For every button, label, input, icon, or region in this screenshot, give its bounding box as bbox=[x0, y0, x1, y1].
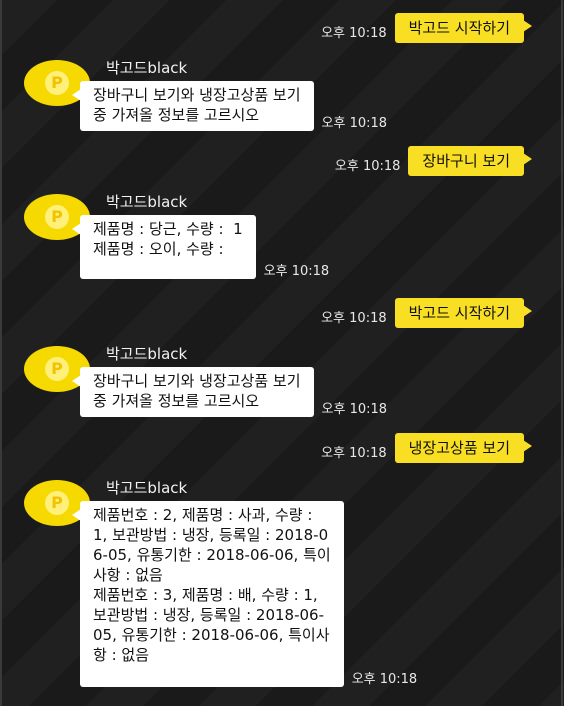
bubble-line: 1, 보관방법 : 냉장, 등록일 : 2018-0 bbox=[93, 526, 329, 544]
incoming-bubble[interactable]: 제품명 : 당근, 수량 : 1 제품명 : 오이, 수량 : bbox=[72, 215, 256, 279]
bubble-line: 제품번호 : 2, 제품명 : 사과, 수량 : bbox=[93, 506, 313, 524]
incoming-bubble[interactable]: 장바구니 보기와 냉장고상품 보기 중 가져올 정보를 고르시오 bbox=[72, 81, 314, 131]
left-frame-edge bbox=[0, 0, 2, 706]
sender-name: 박고드black bbox=[106, 345, 188, 363]
coin-p-icon: P bbox=[45, 357, 69, 381]
bubble-line: 제품명 : 오이, 수량 : bbox=[93, 240, 224, 258]
bubble-line: 사항 : 없음 bbox=[93, 566, 163, 584]
bubble-line: 장바구니 보기와 냉장고상품 보기 bbox=[93, 372, 301, 390]
sender-name: 박고드black bbox=[106, 59, 188, 77]
message-time: 오후 10:18 bbox=[321, 402, 388, 417]
sender-name: 박고드black bbox=[106, 193, 188, 211]
coin-p-icon: P bbox=[45, 71, 69, 95]
bubble-line: 중 가져올 정보를 고르시오 bbox=[93, 392, 260, 410]
outgoing-message: 오후 10:18 냉장고상품 보기 bbox=[321, 433, 533, 463]
message-time: 오후 10:18 bbox=[321, 311, 387, 326]
message-time: 오후 10:18 bbox=[321, 116, 388, 131]
outgoing-bubble[interactable]: 박고드 시작하기 bbox=[394, 298, 533, 328]
incoming-bubble[interactable]: 장바구니 보기와 냉장고상품 보기 중 가져올 정보를 고르시오 bbox=[72, 367, 314, 417]
bubble-line: 05, 유통기한 : 2018-06-06, 특이사 bbox=[93, 626, 330, 644]
coin-p-icon: P bbox=[45, 491, 69, 515]
bubble-line: 제품명 : 당근, 수량 : 1 bbox=[93, 220, 243, 238]
bubble-line: 보관방법 : 냉장, 등록일 : 2018-06- bbox=[93, 606, 325, 624]
incoming-row: 제품명 : 당근, 수량 : 1 제품명 : 오이, 수량 : 오후 10:18 bbox=[72, 215, 330, 279]
outgoing-message: 오후 10:18 박고드 시작하기 bbox=[321, 13, 533, 43]
bubble-line: 제품번호 : 3, 제품명 : 배, 수량 : 1, bbox=[93, 586, 318, 604]
sender-name: 박고드black bbox=[106, 479, 188, 497]
bubble-line: 중 가져올 정보를 고르시오 bbox=[93, 106, 260, 124]
coin-p-icon: P bbox=[45, 205, 69, 229]
bubble-line: 장바구니 보기와 냉장고상품 보기 bbox=[93, 86, 301, 104]
incoming-bubble[interactable]: 제품번호 : 2, 제품명 : 사과, 수량 : 1, 보관방법 : 냉장, 등… bbox=[72, 501, 344, 687]
message-time: 오후 10:18 bbox=[334, 159, 401, 174]
outgoing-bubble[interactable]: 장바구니 보기 bbox=[408, 146, 532, 176]
incoming-row: 장바구니 보기와 냉장고상품 보기 중 가져올 정보를 고르시오 오후 10:1… bbox=[72, 367, 388, 417]
outgoing-bubble[interactable]: 냉장고상품 보기 bbox=[394, 433, 533, 463]
bubble-line: 항 : 없음 bbox=[93, 646, 149, 664]
message-time: 오후 10:18 bbox=[321, 26, 387, 41]
bubble-line: 6-05, 유통기한 : 2018-06-06, 특이 bbox=[93, 546, 331, 564]
incoming-row: 장바구니 보기와 냉장고상품 보기 중 가져올 정보를 고르시오 오후 10:1… bbox=[72, 81, 388, 131]
message-time: 오후 10:18 bbox=[321, 446, 387, 461]
outgoing-bubble[interactable]: 박고드 시작하기 bbox=[394, 13, 533, 43]
message-time: 오후 10:18 bbox=[263, 264, 330, 279]
outgoing-message: 오후 10:18 박고드 시작하기 bbox=[321, 298, 533, 328]
incoming-row: 제품번호 : 2, 제품명 : 사과, 수량 : 1, 보관방법 : 냉장, 등… bbox=[72, 501, 418, 687]
right-frame-edge bbox=[561, 0, 563, 706]
outgoing-message: 오후 10:18 장바구니 보기 bbox=[334, 146, 532, 176]
message-time: 오후 10:18 bbox=[351, 672, 418, 687]
